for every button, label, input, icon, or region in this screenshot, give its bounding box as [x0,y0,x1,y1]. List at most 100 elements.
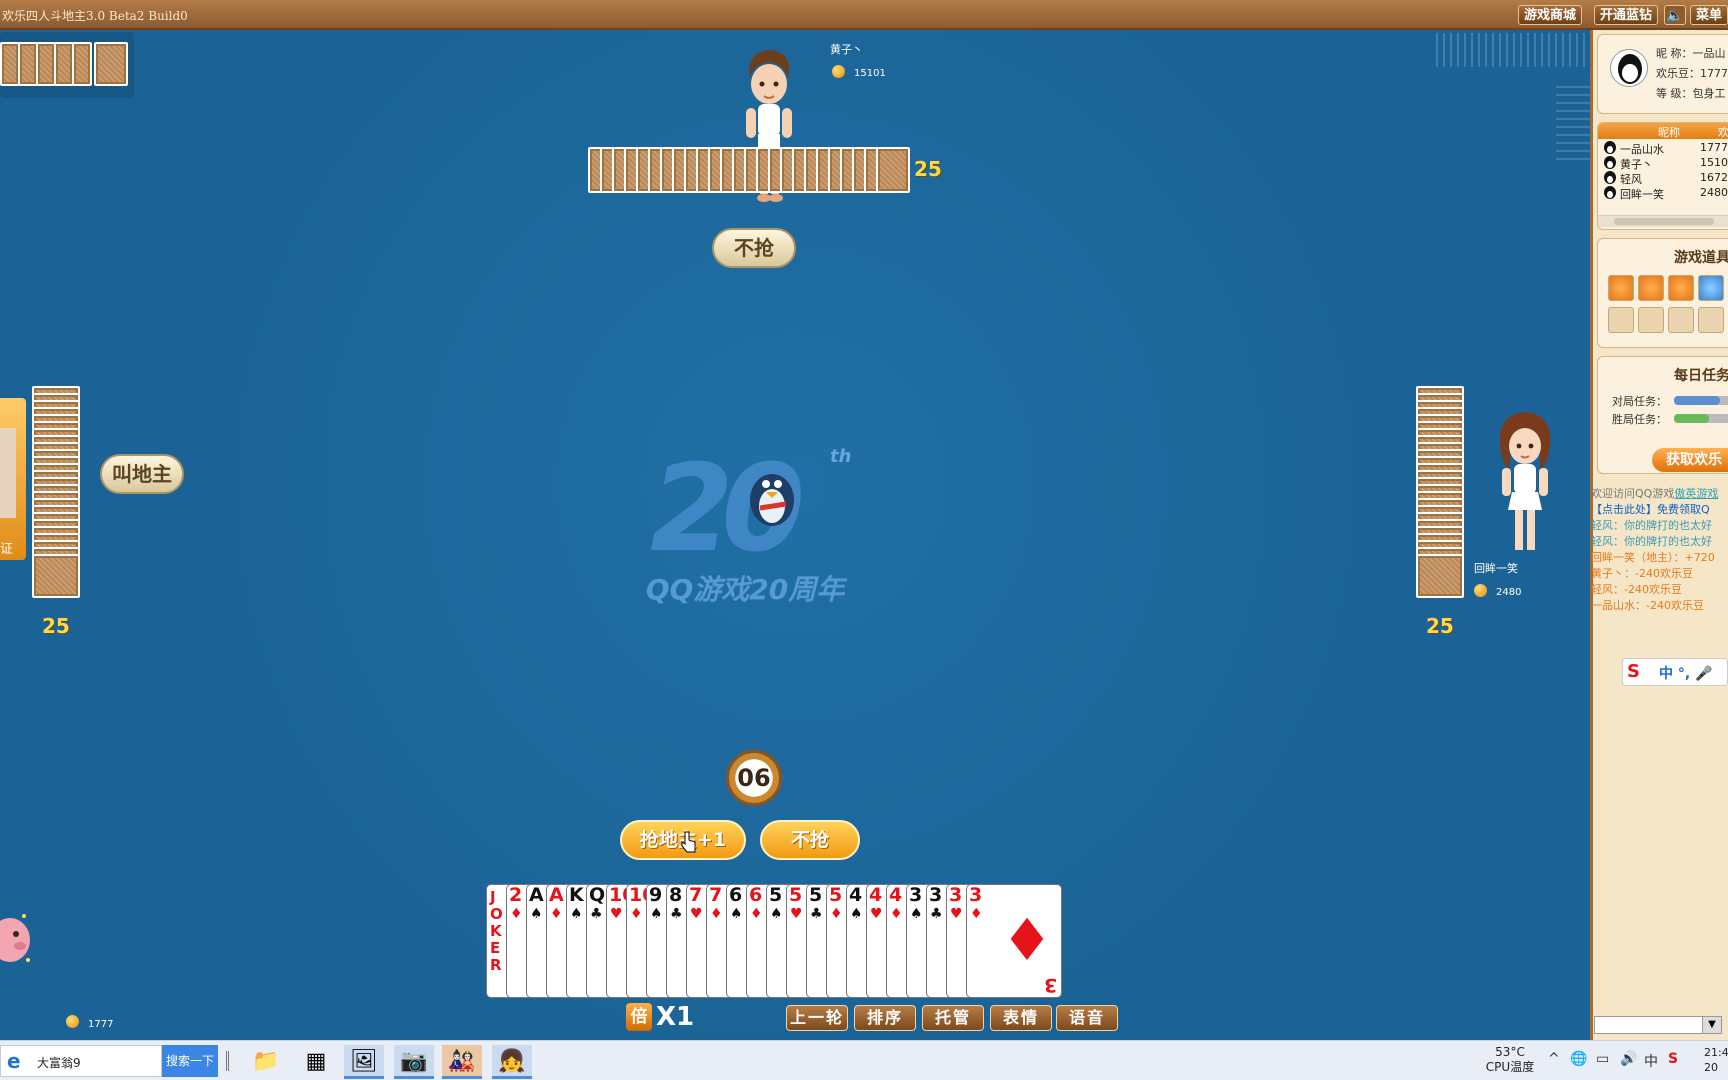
taskbar-divider [226,1051,229,1071]
left-player-card-count: 25 [42,614,70,638]
ie-logo-icon: e [7,1049,21,1073]
camera-icon[interactable]: 📷 [394,1045,434,1079]
card-rank: 6 [749,884,763,906]
auto-play-button[interactable]: 托管 [922,1005,984,1031]
ime-indicator-icon[interactable]: 中 [1644,1051,1658,1071]
folder-icon[interactable]: 📁 [246,1045,286,1079]
card-back [94,42,128,86]
item-slot-icon[interactable] [1638,307,1664,333]
player-list-row[interactable]: 回眸一笑 2480 [1598,185,1728,201]
card-back [36,42,56,86]
last-round-button[interactable]: 上一轮 [786,1005,848,1031]
card-center-suit-icon: ♦ [1001,906,1053,974]
sogou-tray-icon[interactable]: S [1668,1051,1678,1067]
item-slot-icon[interactable] [1698,275,1724,301]
emote-button[interactable]: 表情 [990,1005,1052,1031]
card-suit-icon: ♥ [790,906,803,922]
clock-date: 20 [1704,1061,1718,1074]
item-slot-icon[interactable] [1608,275,1634,301]
network-icon[interactable]: 🌐 [1570,1051,1587,1067]
monitor-icon[interactable]: ▭ [1596,1051,1609,1067]
task-progress-fill [1674,396,1721,405]
multiplier-icon: 倍 [626,1003,652,1031]
task-progress-bar [1674,396,1728,405]
top-player-card-count: 25 [914,157,942,181]
doudizhu-game-icon[interactable]: 🎎 [442,1045,482,1079]
card-suit-icon: ♦ [750,906,763,922]
self-player-beans: 1777 [88,1019,114,1030]
table-rail-decoration [1436,33,1586,67]
card-rank: 7 [689,884,703,906]
input-method-bar[interactable]: S 中 °, 🎤 [1622,658,1728,686]
player-list-row[interactable]: 黄子丶15101 [1598,155,1728,171]
app-icon[interactable]: 🖼 [344,1045,384,1079]
mouse-cursor-icon [681,831,696,853]
chat-message: 【点击此处】免费领取Q [1591,503,1710,516]
game-items-box: 游戏道具 [1597,238,1728,348]
volume-icon[interactable]: 🔊 [1620,1051,1637,1067]
sound-icon[interactable]: 🔈 [1664,5,1686,25]
left-player-avatar[interactable]: 证 [0,398,26,560]
chat-message: 轻风：你的牌打的也太好 [1591,519,1712,532]
chat-input[interactable] [1594,1016,1710,1034]
cpu-temp-value: 53°C [1495,1045,1525,1059]
card-rank: A [549,884,564,906]
calculator-icon[interactable]: ▦ [296,1045,336,1079]
card-suit-icon: ♠ [730,906,743,922]
card-rank: 8 [669,884,683,906]
player-list-beans: 15101 [1700,156,1728,169]
card-rank: 9 [649,884,663,906]
pass-button[interactable]: 不抢 [760,820,860,860]
player-list-scrollbar[interactable] [1598,215,1728,227]
search-box[interactable]: e 大富翁9 [0,1045,162,1077]
top-player-hand [588,147,910,195]
ime-status[interactable]: 中 °, 🎤 [1659,663,1713,683]
left-player-badge: 证 [0,542,14,557]
open-blue-diamond-button[interactable]: 开通蓝钻 [1594,5,1659,25]
player-list-beans: 1672 [1700,171,1728,184]
search-button[interactable]: 搜索一下 [162,1045,218,1077]
item-slot-icon[interactable] [1668,275,1694,301]
search-input[interactable]: 大富翁9 [37,1054,81,1071]
self-player-pet-icon[interactable] [0,900,34,980]
menu-button[interactable]: 菜单 [1690,5,1728,25]
qq-game-hall-icon[interactable]: 👧 [492,1045,532,1079]
system-clock[interactable]: 21:4 20 [1704,1045,1728,1075]
chat-message: 一品山水：-240欢乐豆 [1591,599,1704,612]
sort-button[interactable]: 排序 [854,1005,916,1031]
card-suit-icon: ♦ [890,906,903,922]
chevron-down-icon[interactable]: ▼ [1702,1016,1722,1034]
get-beans-button[interactable]: 获取欢乐 [1652,448,1728,472]
card-suit-icon: ♥ [690,906,703,922]
top-player-beans: 15101 [854,68,886,79]
profile-beans: 欢乐豆：1777 [1656,67,1728,80]
windows-taskbar: e 大富翁9 搜索一下 📁 ▦ 🖼 📷 🎎 👧 53°C CPU温度 ^ 🌐 ▭… [0,1040,1728,1080]
qq-avatar-icon[interactable] [1610,49,1648,87]
item-slot-icon[interactable] [1698,307,1724,333]
player-list-row[interactable]: 轻风 1672 [1598,170,1728,186]
card-rank: 3 [949,884,963,906]
card-back [32,554,80,598]
item-slot-icon[interactable] [1668,307,1694,333]
chat-message: 轻风：-240欢乐豆 [1591,583,1682,596]
player-list-row[interactable]: 一品山水 1777 [1598,140,1728,156]
playing-card[interactable]: 3 ♦ ♦ 3 [966,884,1062,998]
card-rank: 6 [729,884,743,906]
qq-penguin-icon [1604,141,1616,154]
chevron-up-icon[interactable]: ^ [1548,1051,1560,1067]
player-list-beans: 1777 [1700,141,1728,154]
chat-link[interactable]: 傲英游戏 [1674,487,1718,500]
right-player-card-count: 25 [1426,614,1454,638]
clock-time: 21:4 [1704,1046,1728,1059]
left-player-speech-bubble: 叫地主 [100,454,184,494]
task-label: 胜局任务： [1612,413,1667,426]
voice-button[interactable]: 语音 [1056,1005,1118,1031]
right-player-avatar[interactable] [1490,410,1560,558]
game-shop-button[interactable]: 游戏商城 [1518,5,1583,25]
previous-hand-preview[interactable] [0,32,134,98]
player-hand[interactable]: JOKER 2 ♦ A ♠ A ♦ K ♠ Q ♣ 10 ♥ 10 ♦ 9 ♠ 8 ♣ 7 ♥ 7 ♦ 6 ♠ 6 ♦ 5 ♠ 5 ♥ 5 ♣ 5… [486,884,1062,998]
scrollbar-thumb[interactable] [1614,218,1714,225]
item-slot-icon[interactable] [1608,307,1634,333]
task-label: 对局任务： [1612,395,1667,408]
item-slot-icon[interactable] [1638,275,1664,301]
